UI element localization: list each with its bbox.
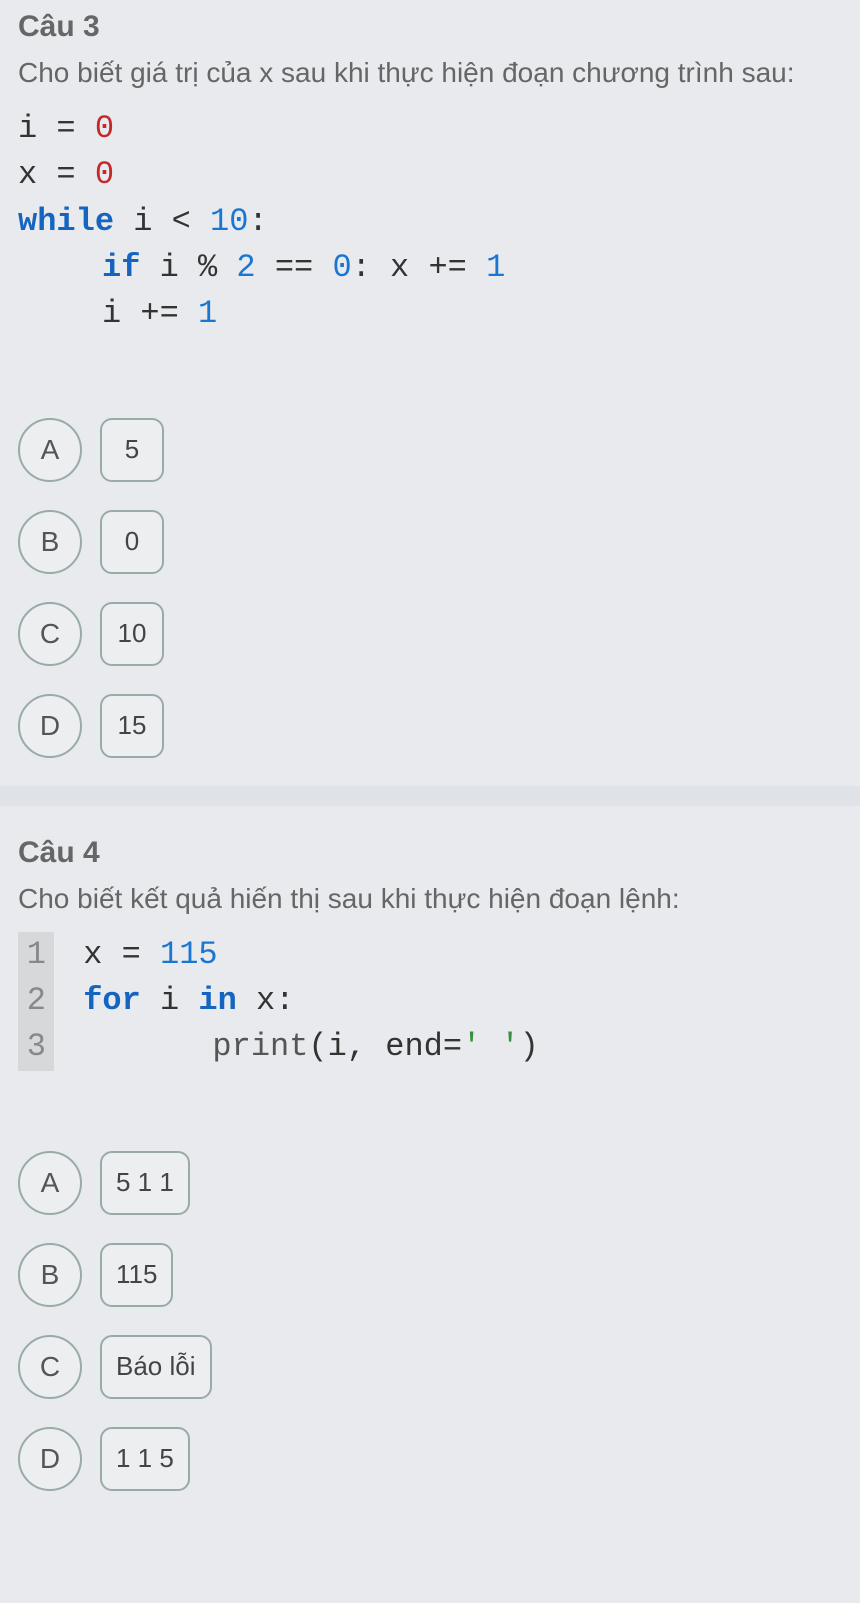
option-row-a: A 5 1 1 [18, 1151, 842, 1215]
code-token: , [347, 1028, 366, 1065]
option-row-d: D 1 1 5 [18, 1427, 842, 1491]
divider [0, 786, 860, 806]
code-token: x [390, 249, 409, 286]
code-token: : [275, 982, 294, 1019]
question-3-prompt: Cho biết giá trị của x sau khi thực hiện… [18, 54, 842, 92]
line-number: 1 [18, 932, 54, 978]
option-b-value[interactable]: 0 [100, 510, 164, 574]
code-token: i [102, 295, 121, 332]
code-token: if [102, 249, 140, 286]
code-token: < [172, 203, 191, 240]
code-token: 0 [332, 249, 351, 286]
option-a-letter[interactable]: A [18, 1151, 82, 1215]
code-line-3: while i < 10: [18, 199, 842, 245]
option-a-letter[interactable]: A [18, 418, 82, 482]
code-token: i [18, 110, 37, 147]
option-row-a: A 5 [18, 418, 842, 482]
code-token: 115 [160, 936, 218, 973]
code-token: = [56, 156, 75, 193]
code-token: ' ' [462, 1028, 520, 1065]
question-3-code: i = 0 x = 0 while i < 10: if i % 2 == 0:… [18, 106, 842, 338]
code-token: 1 [198, 295, 217, 332]
question-4-title: Câu 4 [18, 836, 842, 870]
code-line-2: 2 for i in x: [18, 978, 842, 1024]
code-token: = [122, 936, 141, 973]
option-row-d: D 15 [18, 694, 842, 758]
code-token: 10 [210, 203, 248, 240]
option-c-value[interactable]: Báo lỗi [100, 1335, 212, 1399]
question-4-options: A 5 1 1 B 115 C Báo lỗi D 1 1 5 [18, 1151, 842, 1491]
code-token: ( [308, 1028, 327, 1065]
option-b-letter[interactable]: B [18, 510, 82, 574]
code-token: : [248, 203, 267, 240]
question-3-options: A 5 B 0 C 10 D 15 [18, 418, 842, 758]
code-token: print [212, 1028, 308, 1065]
code-token: end [385, 1028, 443, 1065]
option-row-c: C Báo lỗi [18, 1335, 842, 1399]
option-c-letter[interactable]: C [18, 602, 82, 666]
code-token: 1 [486, 249, 505, 286]
question-4: Câu 4 Cho biết kết quả hiến thị sau khi … [18, 836, 842, 1491]
code-token: += [140, 295, 178, 332]
option-row-c: C 10 [18, 602, 842, 666]
code-line-2: x = 0 [18, 152, 842, 198]
code-token: x [18, 156, 37, 193]
code-token: = [443, 1028, 462, 1065]
code-line-5: i += 1 [18, 291, 842, 337]
code-line-1: i = 0 [18, 106, 842, 152]
option-d-value[interactable]: 15 [100, 694, 164, 758]
option-d-value[interactable]: 1 1 5 [100, 1427, 190, 1491]
code-token: i [328, 1028, 347, 1065]
line-number: 2 [18, 978, 54, 1024]
code-token: i [133, 203, 152, 240]
code-token: x [83, 936, 102, 973]
question-3-title: Câu 3 [18, 10, 842, 44]
code-token: x [256, 982, 275, 1019]
code-token: ) [520, 1028, 539, 1065]
option-c-value[interactable]: 10 [100, 602, 164, 666]
option-d-letter[interactable]: D [18, 694, 82, 758]
code-token: i [160, 249, 179, 286]
option-row-b: B 115 [18, 1243, 842, 1307]
question-4-code: 1 x = 115 2 for i in x: 3 print(i, end='… [18, 932, 842, 1071]
option-a-value[interactable]: 5 [100, 418, 164, 482]
code-token: in [198, 982, 236, 1019]
option-a-value[interactable]: 5 1 1 [100, 1151, 190, 1215]
option-c-letter[interactable]: C [18, 1335, 82, 1399]
code-token: = [56, 110, 75, 147]
code-token: == [275, 249, 313, 286]
option-d-letter[interactable]: D [18, 1427, 82, 1491]
option-row-b: B 0 [18, 510, 842, 574]
code-token: for [83, 982, 141, 1019]
code-line-1: 1 x = 115 [18, 932, 842, 978]
code-token: 0 [95, 156, 114, 193]
question-3: Câu 3 Cho biết giá trị của x sau khi thự… [18, 10, 842, 758]
code-line-4: if i % 2 == 0: x += 1 [18, 245, 842, 291]
code-token: 0 [95, 110, 114, 147]
code-token: 2 [236, 249, 255, 286]
question-4-prompt: Cho biết kết quả hiến thị sau khi thực h… [18, 880, 842, 918]
code-line-3: 3 print(i, end=' ') [18, 1024, 842, 1070]
code-token: : [352, 249, 371, 286]
line-number: 3 [18, 1024, 54, 1070]
code-token: % [198, 249, 217, 286]
option-b-value[interactable]: 115 [100, 1243, 173, 1307]
code-token: while [18, 203, 114, 240]
option-b-letter[interactable]: B [18, 1243, 82, 1307]
code-token: += [428, 249, 466, 286]
code-token: i [160, 982, 179, 1019]
